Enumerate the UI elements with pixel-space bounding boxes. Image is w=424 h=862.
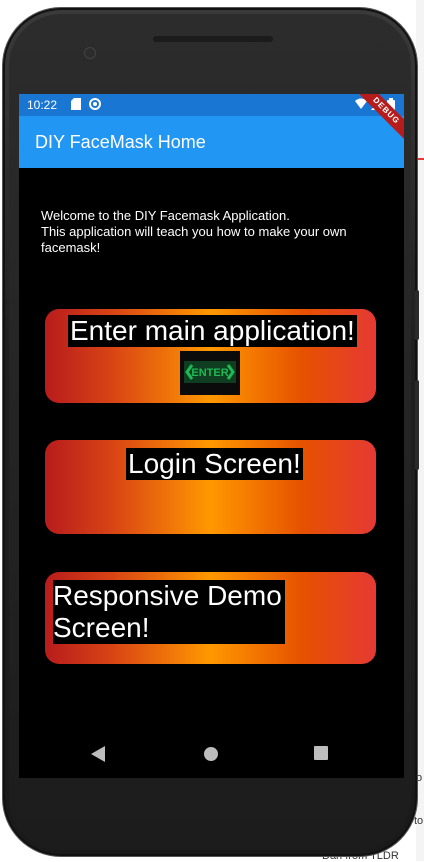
responsive-demo-screen-label: Responsive Demo Screen! [53, 580, 285, 644]
power-button[interactable] [415, 290, 419, 340]
recents-icon[interactable] [314, 746, 328, 765]
enter-sign-text: ENTER [191, 367, 228, 379]
sync-icon [89, 98, 101, 110]
welcome-message: Welcome to the DIY Facemask Application.… [41, 208, 386, 256]
earpiece-speaker [153, 36, 273, 42]
app-bar: DIY FaceMask Home [19, 116, 404, 168]
android-nav-bar [19, 734, 404, 778]
home-icon[interactable] [203, 746, 219, 767]
sd-card-icon [71, 98, 81, 110]
page-title: DIY FaceMask Home [35, 132, 206, 152]
status-bar: 10:22 [19, 94, 404, 116]
back-icon[interactable] [91, 746, 105, 767]
enter-main-application-button[interactable]: Enter main application! ENTER [45, 309, 376, 403]
responsive-demo-screen-button[interactable]: Responsive Demo Screen! [45, 572, 376, 664]
welcome-line-1: Welcome to the DIY Facemask Application. [41, 208, 290, 223]
login-screen-label: Login Screen! [126, 448, 303, 480]
volume-button[interactable] [415, 380, 419, 470]
enter-main-application-label: Enter main application! [68, 315, 357, 347]
welcome-line-2: This application will teach you how to m… [41, 224, 347, 255]
front-camera [85, 48, 95, 58]
device-screen: 10:22 DIY FaceMask Home DEBUG Welcome to… [19, 94, 404, 778]
desktop-text-fragment: to [414, 815, 424, 827]
enter-sign-icon: ENTER [180, 351, 240, 395]
status-time: 10:22 [27, 98, 58, 112]
login-screen-button[interactable]: Login Screen! [45, 440, 376, 534]
